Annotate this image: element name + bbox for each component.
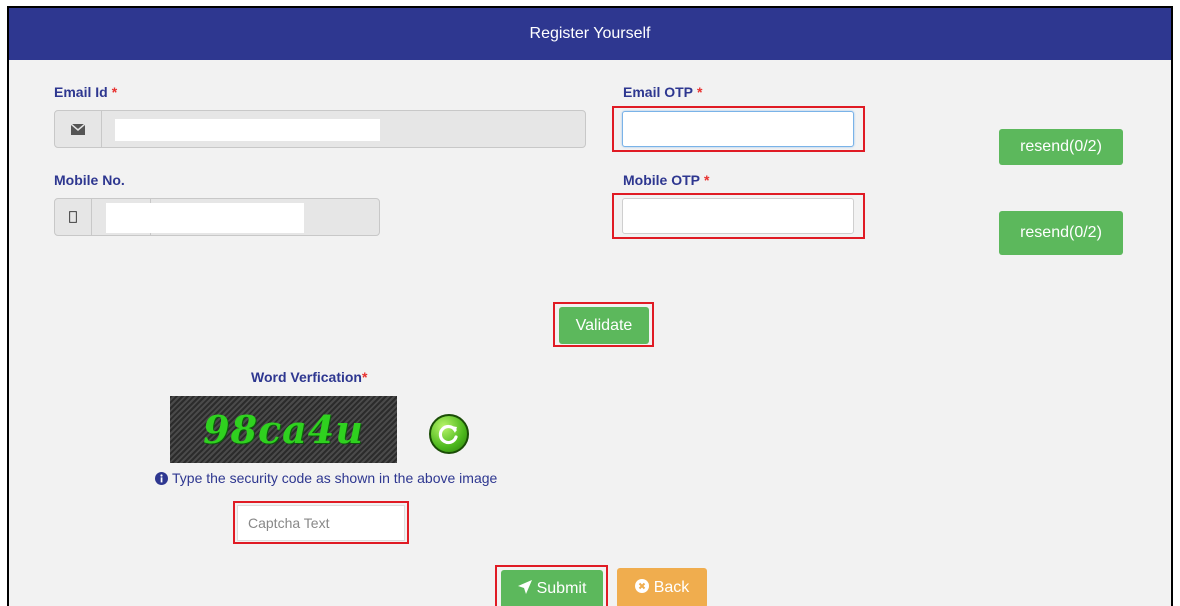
email-otp-label: Email OTP * [623,84,703,100]
email-otp-highlight [612,106,865,152]
refresh-icon[interactable] [429,414,469,454]
required-star: * [111,84,118,100]
register-panel: Register Yourself Email Id * Mobile No. E… [7,6,1173,606]
back-button[interactable]: Back [617,568,707,606]
info-icon [155,472,168,488]
times-circle-icon [634,578,649,598]
panel-title: Register Yourself [529,25,651,42]
mobile-value-redacted [106,203,304,233]
captcha-image: 98ca4u [170,396,397,463]
resend-mobile-otp-button[interactable]: resend(0/2) [999,211,1123,255]
required-star: * [361,369,368,385]
required-star: * [697,84,703,100]
panel-header: Register Yourself [9,8,1171,60]
required-star: * [704,172,710,188]
mobile-otp-highlight [612,193,865,239]
mobile-label: Mobile No. [54,172,125,188]
captcha-heading: Word Verfication* [251,369,368,385]
captcha-highlight [233,501,409,544]
validate-highlight [553,302,654,347]
submit-highlight [495,565,608,606]
envelope-icon [55,111,102,147]
captcha-hint: Type the security code as shown in the a… [155,470,497,488]
resend-email-otp-button[interactable]: resend(0/2) [999,129,1123,165]
mobile-icon [55,199,92,235]
mobile-otp-label: Mobile OTP * [623,172,710,188]
email-label: Email Id * [54,84,118,100]
email-value-redacted [115,119,380,141]
captcha-code: 98ca4u [203,407,364,452]
